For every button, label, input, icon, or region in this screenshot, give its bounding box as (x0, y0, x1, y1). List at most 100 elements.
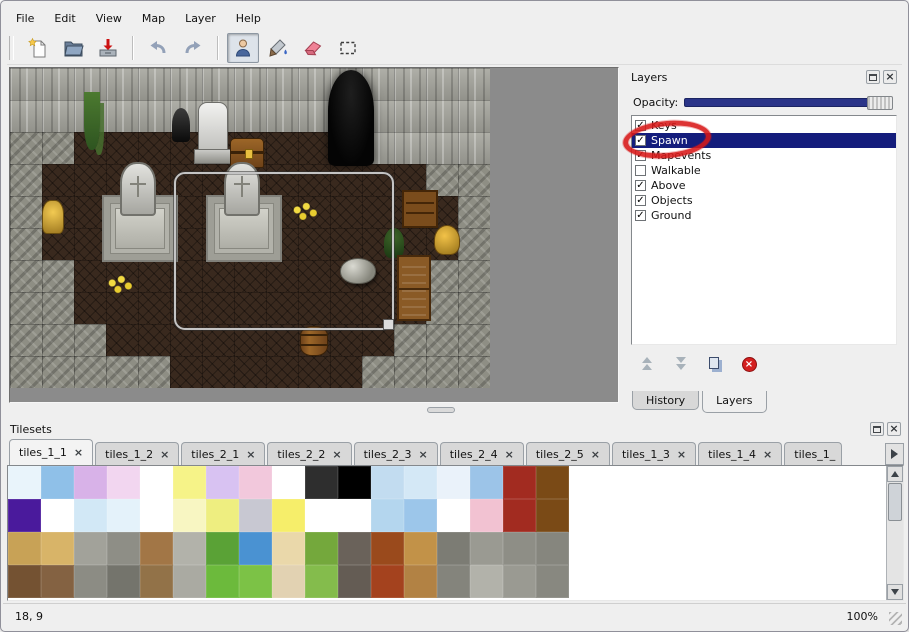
map-tile-floor[interactable] (138, 292, 170, 324)
tileset-tile[interactable] (404, 466, 437, 499)
layer-row-walkable[interactable]: Walkable (632, 163, 896, 178)
map-tile-floor[interactable] (138, 228, 170, 260)
tileset-tile[interactable] (206, 565, 239, 598)
tileset-tile[interactable] (74, 532, 107, 565)
tileset-vertical-scrollbar[interactable] (886, 466, 903, 600)
tileset-tile[interactable] (305, 499, 338, 532)
map-tile-wall[interactable] (202, 100, 234, 132)
new-file-button[interactable] (22, 33, 54, 63)
map-tile-floor[interactable] (74, 228, 106, 260)
map-tile-rock[interactable] (42, 292, 74, 324)
map-tile-wall[interactable] (138, 68, 170, 100)
map-tile-rock[interactable] (394, 324, 426, 356)
map-tile-rock[interactable] (426, 260, 458, 292)
map-tile-wall[interactable] (362, 100, 394, 132)
tileset-tile[interactable] (140, 466, 173, 499)
tileset-tile[interactable] (206, 466, 239, 499)
map-canvas[interactable] (10, 68, 490, 388)
map-tile-floor[interactable] (74, 132, 106, 164)
layer-checkbox-mapevents[interactable] (635, 150, 646, 161)
map-tile-rock[interactable] (138, 356, 170, 388)
map-tile-rock[interactable] (106, 356, 138, 388)
map-tile-rock[interactable] (74, 356, 106, 388)
tileset-tab-tiles_1_1[interactable]: tiles_1_1 (9, 439, 93, 465)
tileset-tile[interactable] (272, 466, 305, 499)
close-tab-icon[interactable] (591, 449, 600, 460)
layer-row-ground[interactable]: Ground (632, 208, 896, 223)
map-tile-rock[interactable] (458, 164, 490, 196)
map-tile-floor[interactable] (170, 132, 202, 164)
tileset-tile[interactable] (8, 565, 41, 598)
horizontal-splitter[interactable] (9, 406, 619, 414)
tileset-tile[interactable] (470, 565, 503, 598)
map-tile-wall[interactable] (362, 132, 394, 164)
tileset-tile[interactable] (107, 466, 140, 499)
map-tile-wall[interactable] (42, 68, 74, 100)
tileset-tile[interactable] (206, 532, 239, 565)
map-tile-floor[interactable] (234, 356, 266, 388)
tileset-tile[interactable] (338, 532, 371, 565)
map-tile-wall[interactable] (330, 132, 362, 164)
tileset-tile[interactable] (371, 499, 404, 532)
layer-row-spawn[interactable]: Spawn (632, 133, 896, 148)
menu-view[interactable]: View (87, 9, 131, 28)
tileset-tile[interactable] (437, 466, 470, 499)
map-tile-floor[interactable] (42, 228, 74, 260)
tileset-tile[interactable] (536, 499, 569, 532)
map-tile-wall[interactable] (458, 132, 490, 164)
map-tile-wall[interactable] (138, 100, 170, 132)
tileset-tile[interactable] (272, 532, 305, 565)
map-tile-floor[interactable] (394, 292, 426, 324)
map-tile-floor[interactable] (74, 292, 106, 324)
menu-layer[interactable]: Layer (176, 9, 225, 28)
tileset-tile[interactable] (404, 565, 437, 598)
map-tile-rock[interactable] (74, 324, 106, 356)
map-tile-wall[interactable] (362, 68, 394, 100)
map-tile-wall[interactable] (394, 132, 426, 164)
map-tile-floor[interactable] (394, 196, 426, 228)
tileset-tile[interactable] (107, 565, 140, 598)
brush-button[interactable] (262, 33, 294, 63)
map-tile-wall[interactable] (42, 100, 74, 132)
layer-checkbox-above[interactable] (635, 180, 646, 191)
map-viewport[interactable] (9, 67, 619, 403)
map-tile-floor[interactable] (138, 164, 170, 196)
close-tab-icon[interactable] (677, 449, 686, 460)
map-tile-rock[interactable] (10, 292, 42, 324)
map-tile-wall[interactable] (426, 132, 458, 164)
map-tile-wall[interactable] (394, 100, 426, 132)
scroll-down-button[interactable] (887, 584, 903, 600)
map-tile-floor[interactable] (234, 132, 266, 164)
map-tile-rock[interactable] (42, 324, 74, 356)
layer-row-above[interactable]: Above (632, 178, 896, 193)
tileset-tile[interactable] (41, 466, 74, 499)
open-folder-button[interactable] (57, 33, 89, 63)
undo-button[interactable] (142, 33, 174, 63)
map-tile-floor[interactable] (138, 196, 170, 228)
map-tile-wall[interactable] (106, 100, 138, 132)
map-tile-rock[interactable] (458, 260, 490, 292)
tileset-tile[interactable] (536, 565, 569, 598)
close-tab-icon[interactable] (505, 449, 514, 460)
close-tab-icon[interactable] (74, 447, 83, 458)
map-tile-floor[interactable] (106, 196, 138, 228)
tileset-tile[interactable] (503, 466, 536, 499)
map-tile-wall[interactable] (330, 68, 362, 100)
menu-map[interactable]: Map (133, 9, 174, 28)
map-tile-wall[interactable] (266, 100, 298, 132)
map-tile-floor[interactable] (106, 132, 138, 164)
tilesets-float-button[interactable] (870, 422, 884, 436)
close-tab-icon[interactable] (418, 449, 427, 460)
map-tile-wall[interactable] (202, 68, 234, 100)
tileset-tile[interactable] (239, 499, 272, 532)
tileset-tile[interactable] (107, 532, 140, 565)
map-tile-floor[interactable] (298, 132, 330, 164)
map-tile-wall[interactable] (234, 100, 266, 132)
tileset-tile[interactable] (437, 532, 470, 565)
map-tile-floor[interactable] (106, 324, 138, 356)
map-tile-rock[interactable] (42, 356, 74, 388)
map-tile-floor[interactable] (426, 196, 458, 228)
tileset-tile[interactable] (74, 499, 107, 532)
tileset-tile[interactable] (305, 532, 338, 565)
tileset-tile[interactable] (41, 499, 74, 532)
